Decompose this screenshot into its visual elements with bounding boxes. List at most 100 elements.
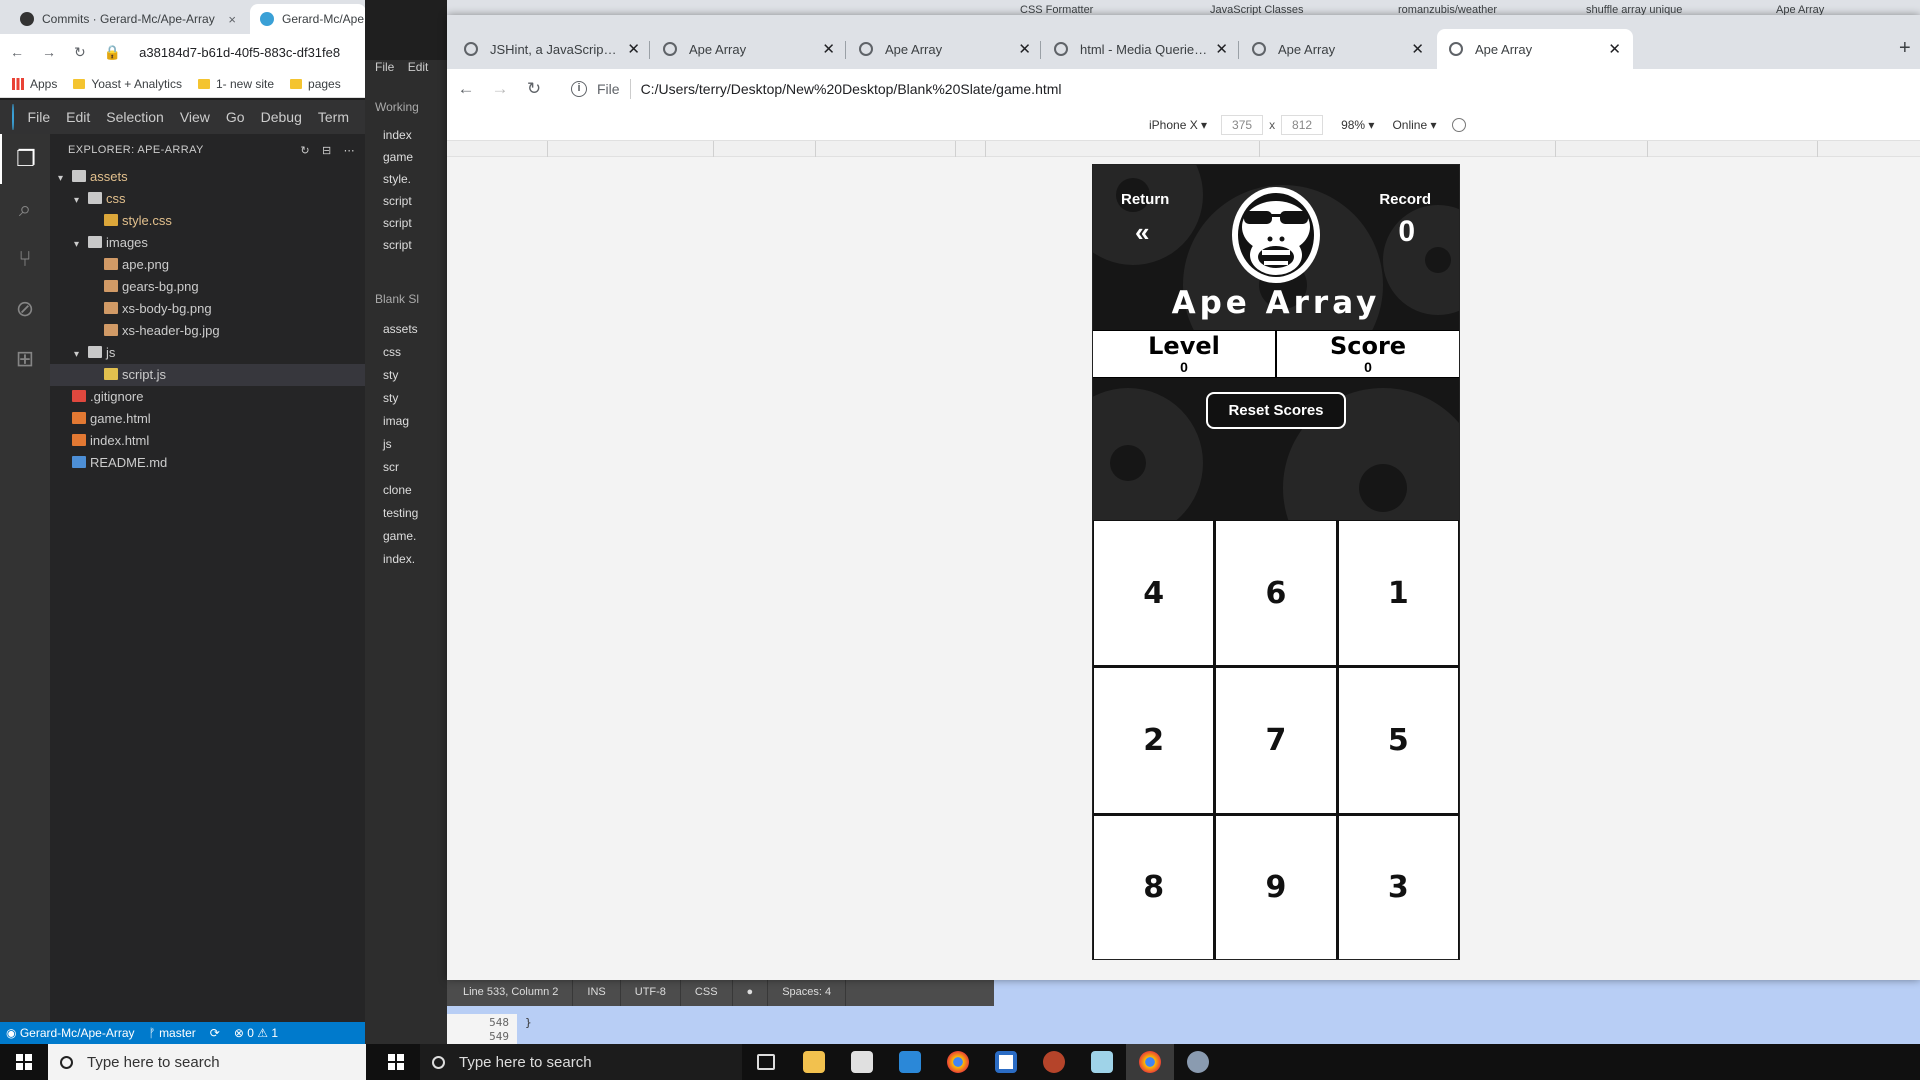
close-icon[interactable]: ✕	[1215, 40, 1228, 58]
media-query-ruler[interactable]	[447, 141, 1920, 157]
branch-status[interactable]: ᚠ master	[149, 1026, 196, 1040]
debug-icon[interactable]: ⊘	[0, 284, 50, 334]
close-icon[interactable]: ✕	[822, 40, 835, 58]
menu-terminal[interactable]: Term	[318, 109, 349, 125]
project-item[interactable]: css	[365, 341, 447, 363]
bookmark-yoast[interactable]: Yoast + Analytics	[73, 77, 182, 91]
number-tile[interactable]: 9	[1216, 815, 1336, 959]
number-tile[interactable]: 4	[1094, 521, 1214, 666]
chevron-down-icon[interactable]: ▾	[74, 344, 88, 366]
task-view-button[interactable]	[742, 1044, 790, 1080]
problems-status[interactable]: ⊗ 0 ⚠ 1	[234, 1026, 278, 1040]
close-icon[interactable]: ✕	[627, 40, 640, 58]
background-tab-commits[interactable]: Commits · Gerard-Mc/Ape-Array ×	[10, 4, 246, 34]
extensions-icon[interactable]: ⊞	[0, 334, 50, 384]
tree-item[interactable]: README.md	[50, 452, 365, 474]
chrome-active-button[interactable]	[1126, 1044, 1174, 1080]
background-url-field[interactable]: a38184d7-b61d-40f5-883c-df31fe8	[139, 45, 340, 60]
store-button[interactable]	[838, 1044, 886, 1080]
reset-scores-button[interactable]: Reset Scores	[1206, 392, 1346, 429]
menu-edit[interactable]: Edit	[408, 60, 429, 74]
menu-selection[interactable]: Selection	[106, 109, 164, 125]
close-icon[interactable]: ✕	[1411, 40, 1424, 58]
width-input[interactable]: 375	[1221, 114, 1264, 135]
number-tile[interactable]: 8	[1094, 815, 1214, 959]
chrome-button[interactable]	[934, 1044, 982, 1080]
insert-mode[interactable]: INS	[573, 978, 621, 1006]
browser-tab[interactable]: html - Media Queries: check min ✕	[1042, 29, 1240, 69]
start-button[interactable]	[0, 1044, 48, 1080]
tree-item[interactable]: xs-body-bg.png	[50, 298, 365, 320]
return-label[interactable]: Return	[1121, 191, 1169, 208]
close-icon[interactable]: ✕	[1018, 40, 1031, 58]
taskbar-search[interactable]: Type here to search	[48, 1044, 366, 1080]
number-tile[interactable]: 6	[1216, 521, 1336, 666]
project-item[interactable]: scr	[365, 456, 447, 478]
chevron-down-icon[interactable]: ▾	[74, 190, 88, 212]
project-item[interactable]: clone	[365, 479, 447, 501]
working-file[interactable]: script	[365, 234, 447, 256]
tree-item[interactable]: xs-header-bg.jpg	[50, 320, 365, 342]
project-item[interactable]: js	[365, 433, 447, 455]
device-select[interactable]: iPhone X ▾	[1149, 118, 1207, 132]
number-tile[interactable]: 2	[1094, 668, 1214, 813]
menu-file[interactable]: File	[375, 60, 394, 74]
background-tab-repo[interactable]: Gerard-Mc/Ape	[250, 4, 366, 34]
bookmark-apps[interactable]: Apps	[12, 77, 57, 91]
settings-button[interactable]	[1174, 1044, 1222, 1080]
close-icon[interactable]: ✕	[1608, 40, 1621, 58]
chevron-down-icon[interactable]: ▾	[74, 234, 88, 256]
return-chevron-icon[interactable]: «	[1135, 217, 1149, 248]
working-file[interactable]: script	[365, 212, 447, 234]
tree-item[interactable]: .gitignore	[50, 386, 365, 408]
project-item[interactable]: assets	[365, 318, 447, 340]
working-file[interactable]: script	[365, 190, 447, 212]
source-control-icon[interactable]: ⑂	[0, 234, 50, 284]
tree-item[interactable]: index.html	[50, 430, 365, 452]
project-item[interactable]: imag	[365, 410, 447, 432]
back-arrow-icon[interactable]: ←	[10, 44, 24, 60]
number-tile[interactable]: 7	[1216, 668, 1336, 813]
language-select[interactable]: CSS	[681, 978, 733, 1006]
menu-debug[interactable]: Debug	[261, 109, 302, 125]
tree-item[interactable]: game.html	[50, 408, 365, 430]
project-item[interactable]: testing	[365, 502, 447, 524]
url-field[interactable]: C:/Users/terry/Desktop/New%20Desktop/Bla…	[641, 81, 1062, 97]
project-item[interactable]: sty	[365, 387, 447, 409]
number-tile[interactable]: 1	[1338, 521, 1458, 666]
zoom-select[interactable]: 98% ▾	[1341, 118, 1374, 132]
rotate-icon[interactable]	[1452, 117, 1467, 132]
bookmark-new-site[interactable]: 1- new site	[197, 77, 274, 91]
project-item[interactable]: sty	[365, 364, 447, 386]
sync-icon[interactable]: ⟳	[210, 1026, 220, 1040]
reload-icon[interactable]: ↻	[74, 44, 86, 61]
browser-tab[interactable]: Ape Array ✕	[847, 29, 1043, 69]
refresh-icon[interactable]: ↻	[300, 144, 310, 157]
repo-status[interactable]: ◉ Gerard-Mc/Ape-Array	[6, 1026, 135, 1040]
menu-go[interactable]: Go	[226, 109, 245, 125]
browser-tab[interactable]: JSHint, a JavaScript Code Quality ✕	[452, 29, 652, 69]
tree-item[interactable]: gears-bg.png	[50, 276, 365, 298]
forward-arrow-icon[interactable]: →	[485, 79, 515, 99]
taskbar-search-2[interactable]: Type here to search	[420, 1044, 742, 1080]
reload-icon[interactable]: ↻	[519, 79, 549, 99]
spaces-setting[interactable]: Spaces: 4	[768, 978, 847, 1006]
files-icon[interactable]: ❐	[0, 134, 50, 184]
number-tile[interactable]: 3	[1338, 815, 1458, 959]
back-arrow-icon[interactable]: ←	[451, 79, 481, 99]
project-item[interactable]: index.	[365, 548, 447, 570]
working-file[interactable]: style.	[365, 168, 447, 190]
tree-item[interactable]: style.css	[50, 210, 365, 232]
chevron-down-icon[interactable]: ▾	[58, 168, 72, 190]
start-button-2[interactable]	[372, 1044, 420, 1080]
linter-icon[interactable]: ●	[733, 978, 769, 1006]
info-icon[interactable]: i	[571, 81, 587, 97]
network-select[interactable]: Online ▾	[1392, 118, 1436, 132]
encoding-select[interactable]: UTF-8	[621, 978, 681, 1006]
forward-arrow-icon[interactable]: →	[42, 44, 56, 60]
tree-item[interactable]: ▾ images	[50, 232, 365, 254]
bookmark-pages[interactable]: pages	[290, 77, 341, 91]
browser-tab[interactable]: Ape Array ✕	[1437, 29, 1633, 69]
search-icon[interactable]: ⌕	[0, 184, 50, 234]
tab-close-icon[interactable]: ×	[220, 12, 236, 27]
